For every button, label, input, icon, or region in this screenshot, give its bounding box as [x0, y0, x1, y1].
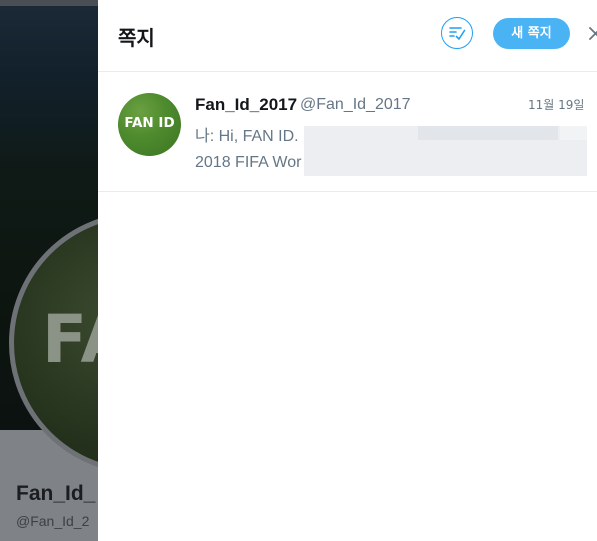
background-profile-page: FAN Fan_Id_ @Fan_Id_2: [0, 0, 98, 541]
profile-top-strip: [0, 0, 98, 6]
conversation-avatar[interactable]: FAN ID: [118, 93, 181, 156]
messages-header: 쪽지 새 쪽지: [98, 0, 597, 72]
conversation-item[interactable]: FAN ID Fan_Id_2017 @Fan_Id_2017 11월 19일 …: [98, 72, 597, 192]
close-button[interactable]: [587, 24, 597, 42]
profile-avatar-text: FAN: [42, 301, 98, 378]
screen: FAN Fan_Id_ @Fan_Id_2 쪽지 새 쪽지: [0, 0, 597, 541]
close-icon: [589, 27, 597, 40]
mark-all-read-button[interactable]: [441, 17, 473, 49]
messages-title: 쪽지: [118, 26, 155, 50]
conversation-avatar-text: FAN ID: [124, 115, 175, 131]
mark-read-icon: [449, 27, 466, 40]
profile-name: Fan_Id_: [16, 482, 96, 505]
conversation-handle: @Fan_Id_2017: [300, 96, 411, 113]
redacted-overlay-top: [418, 126, 558, 140]
new-message-button[interactable]: 새 쪽지: [493, 18, 570, 49]
redacted-overlay-edge: [560, 126, 587, 140]
messages-panel: 쪽지 새 쪽지 FAN ID Fan_Id_2017 @Fan_Id_2017 …: [98, 0, 597, 541]
conversation-timestamp: 11월 19일: [528, 98, 585, 112]
profile-handle: @Fan_Id_2: [16, 513, 90, 529]
conversation-name[interactable]: Fan_Id_2017: [195, 95, 297, 115]
